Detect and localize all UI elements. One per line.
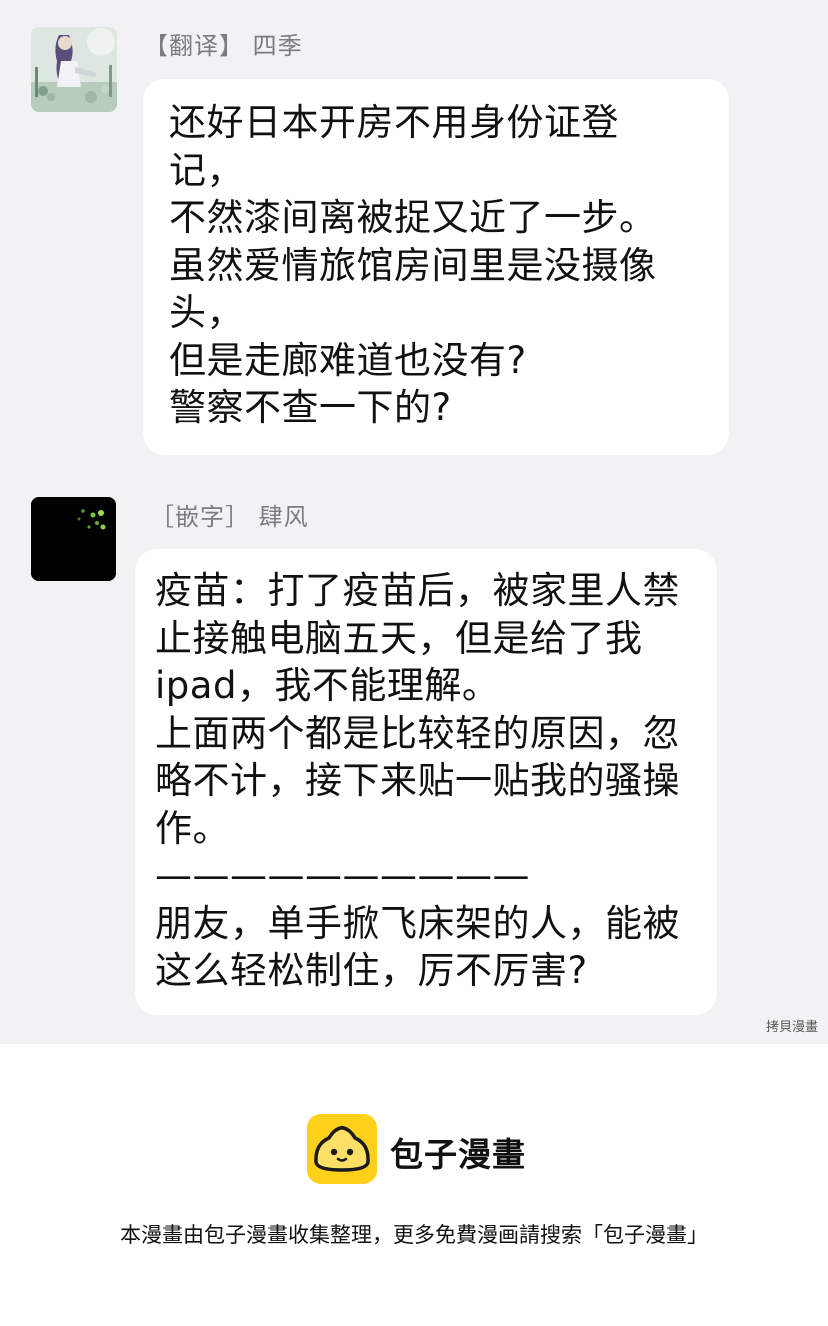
sender-name-1: 【翻译】 四季	[144, 32, 303, 60]
message-line: 还好日本开房不用身份证登	[169, 101, 619, 144]
message-line: 虽然爱情旅馆房间里是没摄像	[169, 243, 657, 287]
footer-notice: 本漫畫由包子漫畫收集整理，更多免費漫画請搜索「包子漫畫」	[120, 1223, 708, 1247]
message-line: ——————————	[155, 854, 530, 897]
bun-mascot-icon	[307, 1114, 377, 1184]
sender-avatar-1[interactable]	[31, 27, 117, 112]
message-line: 记，	[169, 148, 244, 192]
brand-name: 包子漫畫	[390, 1135, 526, 1174]
message-bubble-1[interactable]: 还好日本开房不用身份证登 记， 不然漆间离被捉又近了一步。 虽然爱情旅馆房间里是…	[143, 79, 729, 455]
message-line: 朋友，单手掀飞床架的人，能被	[155, 901, 680, 945]
bun-logo-icon[interactable]	[307, 1114, 377, 1184]
message-line: ipad，我不能理解。	[155, 664, 500, 707]
message-bubble-2[interactable]: 疫苗：打了疫苗后，被家里人禁 止接触电脑五天，但是给了我 ipad，我不能理解。…	[135, 549, 717, 1015]
watermark: 拷貝漫畫	[765, 1020, 818, 1035]
message-line: 疫苗：打了疫苗后，被家里人禁	[155, 569, 680, 612]
message-line: 这么轻松制住，厉不厉害?	[155, 949, 588, 992]
message-line: 作。	[155, 806, 230, 850]
sender-avatar-2[interactable]	[31, 497, 116, 581]
message-line: 止接触电脑五天，但是给了我	[155, 616, 643, 660]
sender-name-2: ［嵌字］ 肆风	[150, 503, 309, 531]
anime-illustration-avatar-icon	[31, 27, 117, 112]
message-line: 不然漆间离被捉又近了一步。	[169, 196, 657, 239]
message-line: 头，	[169, 291, 244, 334]
chat-area: 【翻译】 四季 还好日本开房不用身份证登 记， 不然漆间离被捉又近了一步。 虽然…	[0, 0, 828, 1044]
message-line: 上面两个都是比较轻的原因，忽	[155, 711, 680, 755]
message-line: 警察不查一下的?	[169, 386, 452, 429]
message-line: 但是走廊难道也没有?	[169, 338, 527, 382]
message-line: 略不计，接下来贴一贴我的骚操	[155, 759, 680, 802]
dark-fireflies-avatar-icon	[31, 497, 116, 581]
